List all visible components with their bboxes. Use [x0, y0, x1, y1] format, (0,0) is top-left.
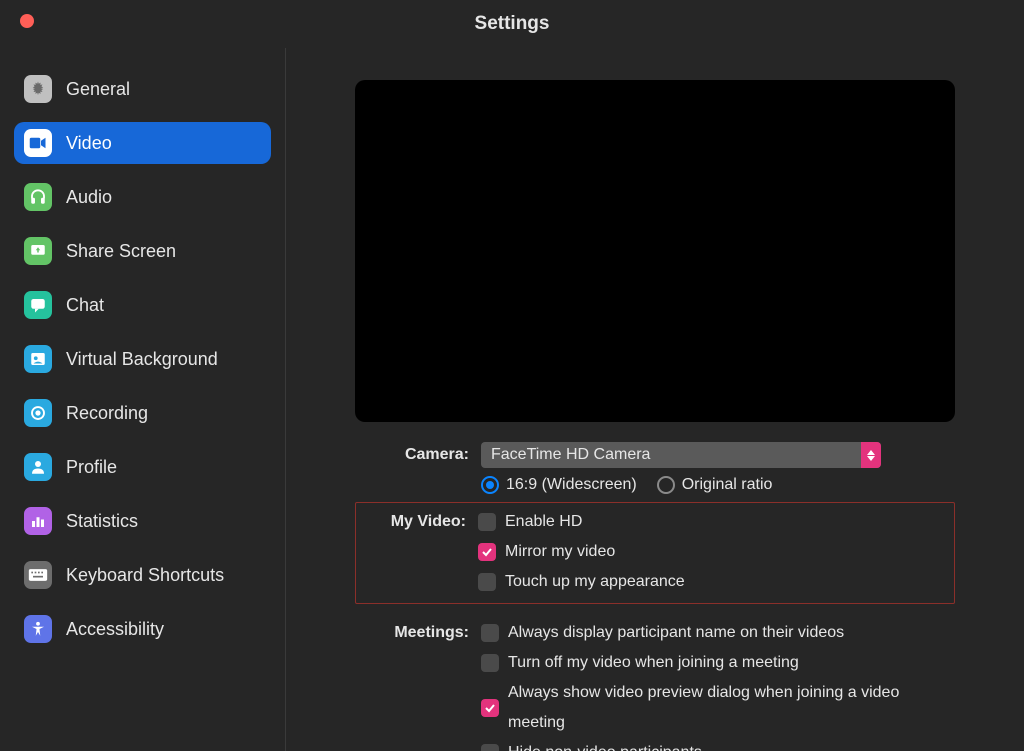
checkbox-label: Turn off my video when joining a meeting: [508, 648, 799, 678]
record-icon: [24, 399, 52, 427]
window-titlebar: Settings: [0, 0, 1024, 48]
sidebar-item-label: Video: [66, 133, 112, 154]
checkbox-label: Hide non-video participants: [508, 738, 702, 751]
checkbox-icon: [478, 543, 496, 561]
radio-widescreen[interactable]: 16:9 (Widescreen): [481, 476, 637, 494]
sidebar-item-statistics[interactable]: Statistics: [14, 500, 271, 542]
window-body: General Video Audio Share: [0, 48, 1024, 751]
camera-label: Camera:: [355, 442, 481, 468]
settings-main-panel: Camera: FaceTime HD Camera: [286, 48, 1024, 751]
sidebar-item-virtual-background[interactable]: Virtual Background: [14, 338, 271, 380]
video-icon: [24, 129, 52, 157]
camera-row: Camera: FaceTime HD Camera: [355, 442, 955, 494]
sidebar-item-keyboard-shortcuts[interactable]: Keyboard Shortcuts: [14, 554, 271, 596]
sidebar-item-label: Virtual Background: [66, 349, 218, 370]
checkbox-icon: [478, 573, 496, 591]
sidebar-item-video[interactable]: Video: [14, 122, 271, 164]
my-video-highlight: My Video: Enable HD Mirror m: [355, 502, 955, 604]
profile-icon: [24, 453, 52, 481]
checkbox-label: Always show video preview dialog when jo…: [508, 678, 955, 738]
radio-icon: [481, 476, 499, 494]
checkbox-touch-up-appearance[interactable]: Touch up my appearance: [478, 567, 950, 597]
checkbox-hide-non-video[interactable]: Hide non-video participants: [481, 738, 955, 751]
settings-sidebar: General Video Audio Share: [0, 48, 286, 751]
sidebar-item-audio[interactable]: Audio: [14, 176, 271, 218]
checkbox-icon: [481, 744, 499, 751]
sidebar-item-label: Accessibility: [66, 619, 164, 640]
close-window-button[interactable]: [20, 14, 34, 28]
checkbox-turn-off-video-joining[interactable]: Turn off my video when joining a meeting: [481, 648, 955, 678]
share-screen-icon: [24, 237, 52, 265]
dropdown-stepper-icon: [861, 442, 881, 468]
checkbox-label: Mirror my video: [505, 537, 615, 567]
sidebar-item-label: General: [66, 79, 130, 100]
sidebar-item-chat[interactable]: Chat: [14, 284, 271, 326]
aspect-ratio-group: 16:9 (Widescreen) Original ratio: [481, 476, 955, 494]
traffic-lights: [20, 14, 34, 28]
checkbox-enable-hd[interactable]: Enable HD: [478, 507, 950, 537]
checkbox-icon: [481, 624, 499, 642]
checkbox-icon: [478, 513, 496, 531]
sidebar-item-recording[interactable]: Recording: [14, 392, 271, 434]
checkbox-label: Always display participant name on their…: [508, 618, 844, 648]
camera-select[interactable]: FaceTime HD Camera: [481, 442, 881, 468]
my-video-label: My Video:: [360, 507, 478, 597]
image-icon: [24, 345, 52, 373]
sidebar-item-accessibility[interactable]: Accessibility: [14, 608, 271, 650]
sidebar-item-label: Audio: [66, 187, 112, 208]
video-preview: [355, 80, 955, 422]
checkbox-show-video-preview[interactable]: Always show video preview dialog when jo…: [481, 678, 955, 738]
radio-original-ratio[interactable]: Original ratio: [657, 476, 773, 494]
window-title: Settings: [475, 13, 550, 35]
radio-icon: [657, 476, 675, 494]
video-settings-form: Camera: FaceTime HD Camera: [355, 442, 955, 751]
sidebar-item-label: Chat: [66, 295, 104, 316]
gear-icon: [24, 75, 52, 103]
headphones-icon: [24, 183, 52, 211]
checkbox-icon: [481, 654, 499, 672]
sidebar-item-share-screen[interactable]: Share Screen: [14, 230, 271, 272]
meetings-label: Meetings:: [355, 618, 481, 751]
camera-select-value: FaceTime HD Camera: [491, 446, 650, 464]
accessibility-icon: [24, 615, 52, 643]
statistics-icon: [24, 507, 52, 535]
sidebar-item-label: Recording: [66, 403, 148, 424]
checkbox-icon: [481, 699, 499, 717]
meetings-section: Meetings: Always display participant nam…: [355, 618, 955, 751]
sidebar-item-profile[interactable]: Profile: [14, 446, 271, 488]
checkbox-mirror-video[interactable]: Mirror my video: [478, 537, 950, 567]
sidebar-item-label: Keyboard Shortcuts: [66, 565, 224, 586]
checkbox-label: Enable HD: [505, 507, 582, 537]
sidebar-item-label: Share Screen: [66, 241, 176, 262]
sidebar-item-label: Statistics: [66, 511, 138, 532]
radio-label: 16:9 (Widescreen): [506, 476, 637, 494]
checkbox-display-participant-name[interactable]: Always display participant name on their…: [481, 618, 955, 648]
settings-window: Settings General Video: [0, 0, 1024, 751]
sidebar-item-label: Profile: [66, 457, 117, 478]
chat-icon: [24, 291, 52, 319]
keyboard-icon: [24, 561, 52, 589]
radio-label: Original ratio: [682, 476, 773, 494]
sidebar-item-general[interactable]: General: [14, 68, 271, 110]
checkbox-label: Touch up my appearance: [505, 567, 685, 597]
